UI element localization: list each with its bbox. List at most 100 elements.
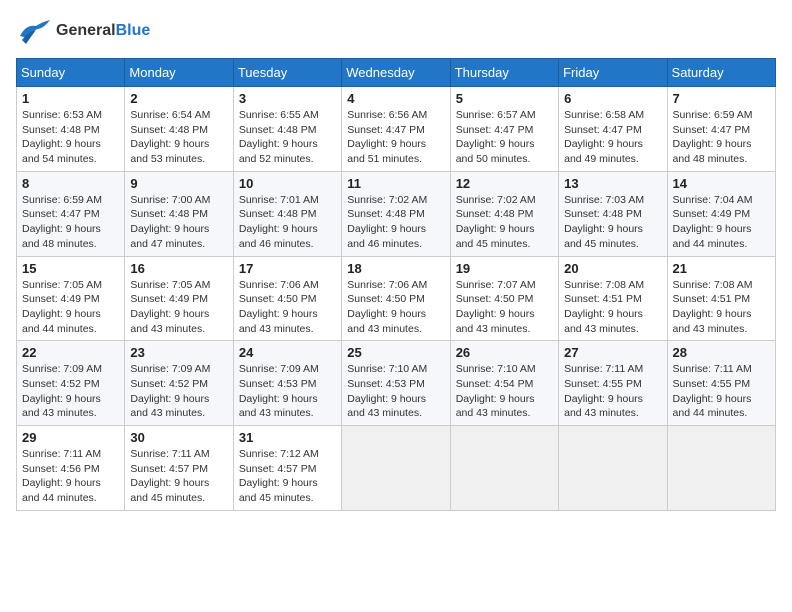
day-number: 26 [456,345,553,360]
calendar-cell: 7Sunrise: 6:59 AMSunset: 4:47 PMDaylight… [667,87,775,172]
logo: GeneralBlue [16,16,150,46]
day-info: Sunrise: 7:02 AMSunset: 4:48 PMDaylight:… [347,193,444,252]
calendar-cell: 30 Sunrise: 7:11 AMSunset: 4:57 PMDayligh… [125,426,233,511]
calendar-week-2: 8 Sunrise: 6:59 AMSunset: 4:47 PMDaylight… [17,171,776,256]
day-info: Sunrise: 7:11 AMSunset: 4:55 PMDaylight:… [564,362,661,421]
calendar-cell [342,426,450,511]
day-number: 19 [456,261,553,276]
day-number: 16 [130,261,227,276]
day-info: Sunrise: 7:04 AMSunset: 4:49 PMDaylight:… [673,193,770,252]
day-info: Sunrise: 7:02 AMSunset: 4:48 PMDaylight:… [456,193,553,252]
day-number: 25 [347,345,444,360]
day-number: 10 [239,176,336,191]
calendar: SundayMondayTuesdayWednesdayThursdayFrid… [16,58,776,511]
day-number: 3 [239,91,336,106]
calendar-cell: 23 Sunrise: 7:09 AMSunset: 4:52 PMDayligh… [125,341,233,426]
calendar-cell: 18Sunrise: 7:06 AMSunset: 4:50 PMDayligh… [342,256,450,341]
weekday-header-wednesday: Wednesday [342,59,450,87]
day-number: 20 [564,261,661,276]
day-number: 6 [564,91,661,106]
day-number: 8 [22,176,119,191]
calendar-cell: 6 Sunrise: 6:58 AMSunset: 4:47 PMDaylight… [559,87,667,172]
day-info: Sunrise: 7:07 AMSunset: 4:50 PMDaylight:… [456,278,553,337]
day-info: Sunrise: 6:54 AMSunset: 4:48 PMDaylight:… [130,108,227,167]
day-info: Sunrise: 7:08 AMSunset: 4:51 PMDaylight:… [673,278,770,337]
calendar-cell: 13 Sunrise: 7:03 AMSunset: 4:48 PMDayligh… [559,171,667,256]
day-number: 22 [22,345,119,360]
calendar-cell [667,426,775,511]
day-number: 31 [239,430,336,445]
day-info: Sunrise: 6:57 AMSunset: 4:47 PMDaylight:… [456,108,553,167]
calendar-cell [559,426,667,511]
calendar-cell: 21 Sunrise: 7:08 AMSunset: 4:51 PMDayligh… [667,256,775,341]
calendar-cell: 25 Sunrise: 7:10 AMSunset: 4:53 PMDayligh… [342,341,450,426]
weekday-header-tuesday: Tuesday [233,59,341,87]
day-info: Sunrise: 7:03 AMSunset: 4:48 PMDaylight:… [564,193,661,252]
calendar-cell: 12 Sunrise: 7:02 AMSunset: 4:48 PMDayligh… [450,171,558,256]
header: GeneralBlue [16,16,776,46]
day-info: Sunrise: 6:53 AMSunset: 4:48 PMDaylight:… [22,108,119,167]
weekday-header-sunday: Sunday [17,59,125,87]
day-number: 30 [130,430,227,445]
calendar-cell [450,426,558,511]
weekday-header-saturday: Saturday [667,59,775,87]
weekday-header-monday: Monday [125,59,233,87]
day-info: Sunrise: 6:58 AMSunset: 4:47 PMDaylight:… [564,108,661,167]
logo-icon [16,16,52,46]
calendar-cell: 22Sunrise: 7:09 AMSunset: 4:52 PMDayligh… [17,341,125,426]
day-info: Sunrise: 7:09 AMSunset: 4:53 PMDaylight:… [239,362,336,421]
calendar-cell: 14 Sunrise: 7:04 AMSunset: 4:49 PMDayligh… [667,171,775,256]
day-info: Sunrise: 7:05 AMSunset: 4:49 PMDaylight:… [22,278,119,337]
day-info: Sunrise: 7:09 AMSunset: 4:52 PMDaylight:… [130,362,227,421]
day-info: Sunrise: 7:01 AMSunset: 4:48 PMDaylight:… [239,193,336,252]
calendar-cell: 2Sunrise: 6:54 AMSunset: 4:48 PMDaylight… [125,87,233,172]
calendar-cell: 8 Sunrise: 6:59 AMSunset: 4:47 PMDaylight… [17,171,125,256]
day-info: Sunrise: 6:55 AMSunset: 4:48 PMDaylight:… [239,108,336,167]
day-number: 15 [22,261,119,276]
calendar-cell: 11Sunrise: 7:02 AMSunset: 4:48 PMDayligh… [342,171,450,256]
calendar-cell: 20 Sunrise: 7:08 AMSunset: 4:51 PMDayligh… [559,256,667,341]
calendar-cell: 29Sunrise: 7:11 AMSunset: 4:56 PMDayligh… [17,426,125,511]
day-number: 17 [239,261,336,276]
day-number: 14 [673,176,770,191]
weekday-header-friday: Friday [559,59,667,87]
day-info: Sunrise: 7:11 AMSunset: 4:55 PMDaylight:… [673,362,770,421]
day-number: 27 [564,345,661,360]
calendar-cell: 4Sunrise: 6:56 AMSunset: 4:47 PMDaylight… [342,87,450,172]
day-info: Sunrise: 7:11 AMSunset: 4:56 PMDaylight:… [22,447,119,506]
day-number: 13 [564,176,661,191]
calendar-cell: 15 Sunrise: 7:05 AMSunset: 4:49 PMDayligh… [17,256,125,341]
day-info: Sunrise: 6:59 AMSunset: 4:47 PMDaylight:… [22,193,119,252]
day-number: 1 [22,91,119,106]
day-info: Sunrise: 6:59 AMSunset: 4:47 PMDaylight:… [673,108,770,167]
calendar-cell: 5 Sunrise: 6:57 AMSunset: 4:47 PMDaylight… [450,87,558,172]
day-info: Sunrise: 7:00 AMSunset: 4:48 PMDaylight:… [130,193,227,252]
calendar-cell: 10 Sunrise: 7:01 AMSunset: 4:48 PMDayligh… [233,171,341,256]
day-info: Sunrise: 7:10 AMSunset: 4:54 PMDaylight:… [456,362,553,421]
calendar-cell: 9 Sunrise: 7:00 AMSunset: 4:48 PMDaylight… [125,171,233,256]
day-number: 9 [130,176,227,191]
calendar-cell: 31Sunrise: 7:12 AMSunset: 4:57 PMDayligh… [233,426,341,511]
calendar-cell: 1 Sunrise: 6:53 AMSunset: 4:48 PMDaylight… [17,87,125,172]
calendar-cell: 16 Sunrise: 7:05 AMSunset: 4:49 PMDayligh… [125,256,233,341]
calendar-week-5: 29Sunrise: 7:11 AMSunset: 4:56 PMDayligh… [17,426,776,511]
day-number: 5 [456,91,553,106]
calendar-cell: 28Sunrise: 7:11 AMSunset: 4:55 PMDayligh… [667,341,775,426]
calendar-cell: 17Sunrise: 7:06 AMSunset: 4:50 PMDayligh… [233,256,341,341]
calendar-week-3: 15 Sunrise: 7:05 AMSunset: 4:49 PMDayligh… [17,256,776,341]
day-info: Sunrise: 7:05 AMSunset: 4:49 PMDaylight:… [130,278,227,337]
day-number: 21 [673,261,770,276]
weekday-header-thursday: Thursday [450,59,558,87]
day-info: Sunrise: 6:56 AMSunset: 4:47 PMDaylight:… [347,108,444,167]
day-number: 12 [456,176,553,191]
day-info: Sunrise: 7:06 AMSunset: 4:50 PMDaylight:… [347,278,444,337]
day-number: 23 [130,345,227,360]
day-info: Sunrise: 7:11 AMSunset: 4:57 PMDaylight:… [130,447,227,506]
calendar-cell: 26 Sunrise: 7:10 AMSunset: 4:54 PMDayligh… [450,341,558,426]
day-info: Sunrise: 7:10 AMSunset: 4:53 PMDaylight:… [347,362,444,421]
calendar-week-4: 22 Sunrise: 7:09 AMSunset: 4:52 PMDayligh… [17,341,776,426]
calendar-cell: 19 Sunrise: 7:07 AMSunset: 4:50 PMDayligh… [450,256,558,341]
day-info: Sunrise: 7:08 AMSunset: 4:51 PMDaylight:… [564,278,661,337]
calendar-week-1: 1 Sunrise: 6:53 AMSunset: 4:48 PMDaylight… [17,87,776,172]
logo-text: GeneralBlue [56,22,150,40]
